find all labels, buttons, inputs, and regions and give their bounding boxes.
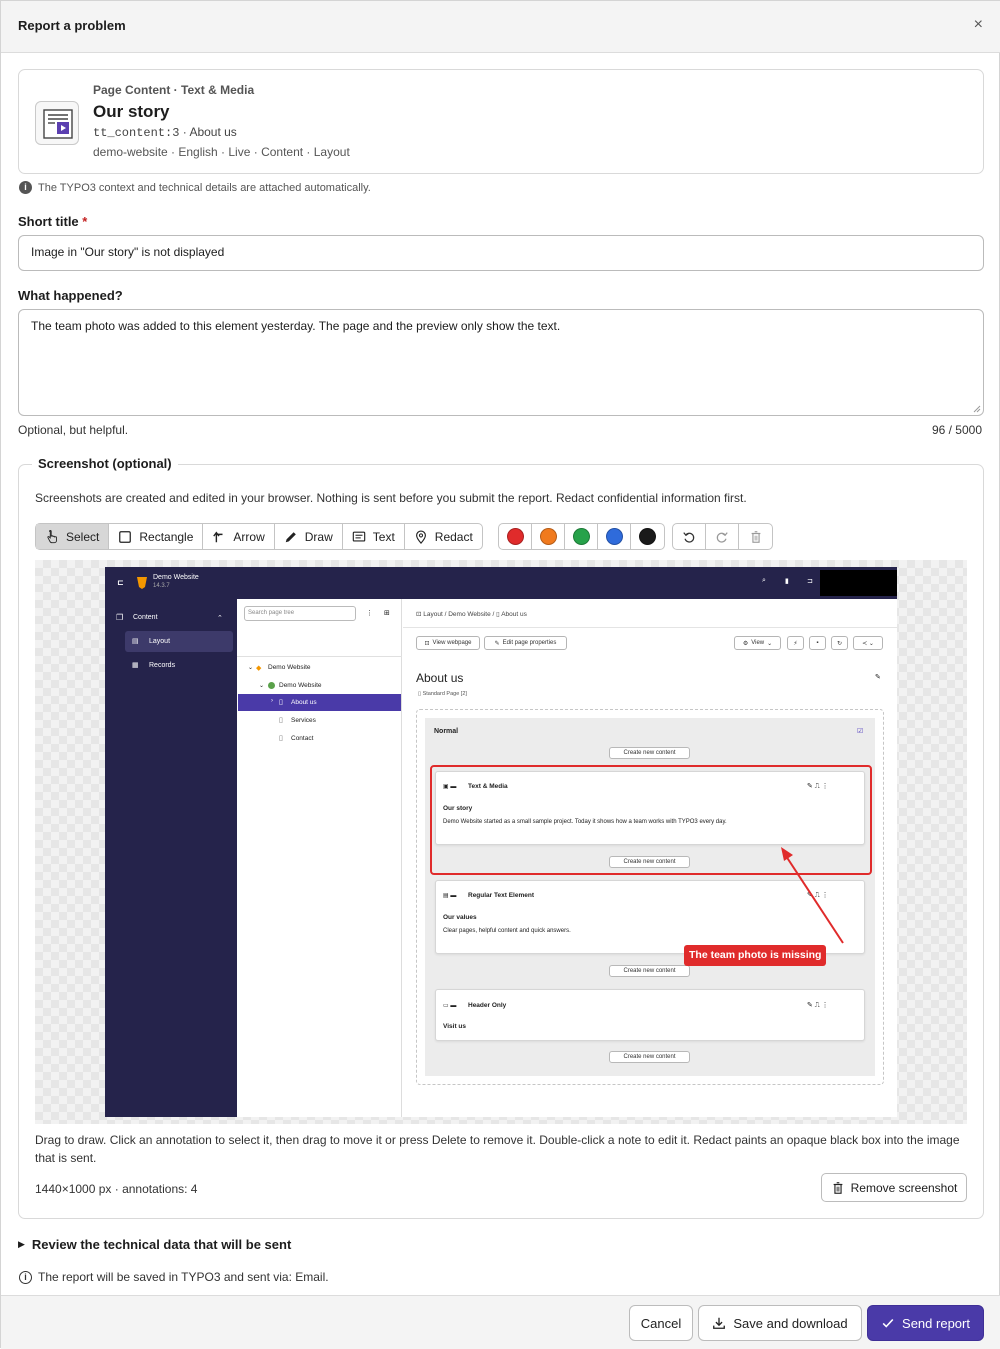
trash-icon xyxy=(833,1181,843,1194)
black-swatch-dot xyxy=(639,528,656,545)
save-download-label: Save and download xyxy=(733,1315,848,1331)
text-note-icon xyxy=(352,531,366,542)
hand-pointer-icon xyxy=(47,529,57,543)
tool-arrow[interactable]: Arrow xyxy=(203,524,275,549)
report-dialog: Report a problem × Page Content · Text &… xyxy=(0,0,1000,1349)
check-icon xyxy=(882,1318,894,1328)
red-swatch-dot xyxy=(506,528,524,545)
dialog-footer: Cancel Save and download Send report xyxy=(1,1295,1000,1349)
short-title-input[interactable]: Image in "Our story" is not displayed xyxy=(18,235,984,271)
tool-select-label: Select xyxy=(66,529,100,544)
dialog-title: Report a problem xyxy=(18,18,126,33)
char-counter: 96 / 5000 xyxy=(931,423,982,437)
orange-swatch-dot xyxy=(539,528,557,545)
download-icon xyxy=(713,1317,726,1329)
blue-swatch-dot xyxy=(605,528,623,545)
send-report-button[interactable]: Send report xyxy=(867,1305,984,1341)
short-title-label: Short title * xyxy=(18,214,87,229)
color-swatch-blue[interactable] xyxy=(598,524,631,549)
info-icon: i xyxy=(19,1270,32,1284)
tool-group: Select Rectangle Arrow Draw Text Redact xyxy=(35,523,483,550)
annotation-arrow[interactable] xyxy=(105,567,897,1117)
what-happened-textarea[interactable]: The team photo was added to this element… xyxy=(18,309,984,416)
tool-rectangle[interactable]: Rectangle xyxy=(109,524,204,549)
pencil-icon xyxy=(285,531,296,542)
color-group xyxy=(498,523,665,550)
clear-annotations-button[interactable] xyxy=(739,524,772,549)
history-group xyxy=(672,523,773,550)
tool-redact[interactable]: Redact xyxy=(405,524,482,549)
tool-text[interactable]: Text xyxy=(343,524,405,549)
color-swatch-green[interactable] xyxy=(565,524,598,549)
undo-icon xyxy=(683,531,695,543)
save-download-button[interactable]: Save and download xyxy=(698,1305,862,1341)
screenshot-preview: ⊏ Demo Website 14.3.7 ⌕ ▮ ⊐ ❐ Content ⌃ … xyxy=(105,567,897,1117)
tool-redact-label: Redact xyxy=(434,529,473,544)
color-swatch-orange[interactable] xyxy=(532,524,565,549)
tool-select[interactable]: Select xyxy=(36,524,110,549)
tool-draw-label: Draw xyxy=(304,529,333,544)
context-note-text: The TYPO3 context and technical details … xyxy=(38,181,371,194)
what-happened-value: The team photo was added to this element… xyxy=(31,319,561,333)
resize-handle-icon[interactable] xyxy=(973,405,981,413)
color-swatch-black[interactable] xyxy=(631,524,664,549)
what-happened-label: What happened? xyxy=(18,288,123,303)
record-id: tt_content:3 xyxy=(93,126,180,140)
redact-pin-icon xyxy=(415,529,426,544)
short-title-label-text: Short title xyxy=(18,214,79,229)
what-happened-hint: Optional, but helpful. xyxy=(18,423,129,437)
saved-note-text: The report will be saved in TYPO3 and se… xyxy=(38,1270,329,1284)
required-mark: * xyxy=(82,214,88,229)
redo-icon xyxy=(716,531,728,543)
context-card: Page Content · Text & Media Our story tt… xyxy=(18,69,984,174)
context-note: i The TYPO3 context and technical detail… xyxy=(19,181,371,194)
caret-right-icon: ▶ xyxy=(18,1239,25,1249)
screenshot-description: Screenshots are created and edited in yo… xyxy=(35,491,747,505)
arrow-icon xyxy=(213,530,223,542)
annotation-help: Drag to draw. Click an annotation to sel… xyxy=(35,1133,960,1165)
color-swatch-red[interactable] xyxy=(499,524,532,549)
context-path: demo-website · English · Live · Content … xyxy=(93,145,350,159)
annotation-note[interactable]: The team photo is missing xyxy=(684,945,827,966)
send-report-label: Send report xyxy=(902,1315,970,1331)
tool-arrow-label: Arrow xyxy=(233,529,265,544)
undo-button[interactable] xyxy=(673,524,706,549)
tool-draw[interactable]: Draw xyxy=(275,524,343,549)
tool-text-label: Text xyxy=(372,529,395,544)
square-icon xyxy=(119,530,132,543)
screenshot-meta: 1440×1000 px · annotations: 4 xyxy=(35,1182,198,1196)
cancel-button[interactable]: Cancel xyxy=(629,1305,693,1341)
close-icon[interactable]: × xyxy=(974,16,983,34)
remove-screenshot-button[interactable]: Remove screenshot xyxy=(821,1173,967,1202)
redo-button[interactable] xyxy=(706,524,739,549)
dialog-header: Report a problem × xyxy=(1,1,1000,53)
screenshot-legend: Screenshot (optional) xyxy=(32,456,178,471)
text-media-icon xyxy=(35,101,79,145)
review-label: Review the technical data that will be s… xyxy=(31,1237,292,1252)
saved-note: i The report will be saved in TYPO3 and … xyxy=(19,1270,329,1284)
cancel-label: Cancel xyxy=(640,1315,682,1331)
context-title: Our story xyxy=(93,102,170,121)
context-type: Page Content · Text & Media xyxy=(93,83,255,97)
tool-rectangle-label: Rectangle xyxy=(139,529,194,544)
context-record: tt_content:3 · About us xyxy=(93,125,237,140)
remove-screenshot-label: Remove screenshot xyxy=(850,1180,958,1195)
green-swatch-dot xyxy=(572,528,590,545)
review-technical-data-toggle[interactable]: ▶ Review the technical data that will be… xyxy=(18,1237,291,1252)
annotation-canvas[interactable]: ⊏ Demo Website 14.3.7 ⌕ ▮ ⊐ ❐ Content ⌃ … xyxy=(35,560,967,1124)
trash-icon xyxy=(751,530,760,543)
record-separator: · xyxy=(182,125,187,139)
record-page: About us xyxy=(189,125,237,139)
info-icon: i xyxy=(19,181,32,194)
